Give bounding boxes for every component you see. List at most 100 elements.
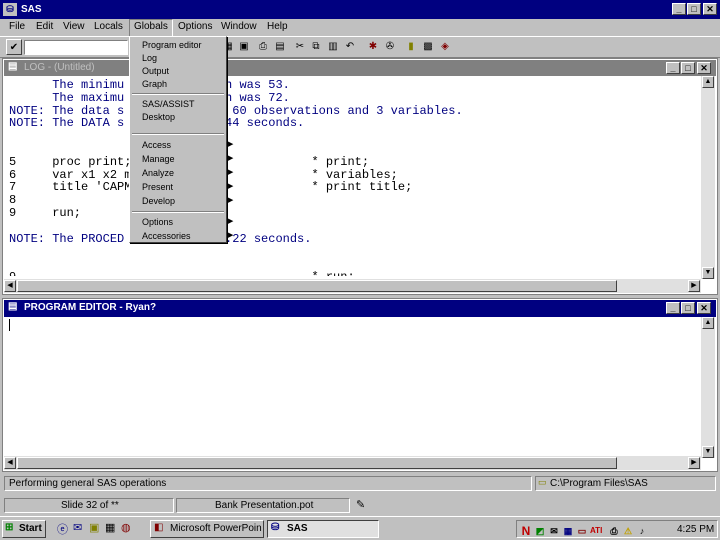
menu-item-desktop[interactable]: Desktop bbox=[142, 111, 175, 123]
menu-view[interactable]: View bbox=[63, 19, 85, 35]
log-scroll-up-icon[interactable]: ▲ bbox=[702, 76, 714, 88]
log-scroll-down-icon[interactable]: ▼ bbox=[702, 267, 714, 279]
undo-icon[interactable]: ↶ bbox=[342, 39, 358, 55]
menu-options[interactable]: Options bbox=[178, 19, 212, 35]
ie-quicklaunch-icon[interactable]: ⓔ bbox=[57, 521, 68, 537]
volume-icon[interactable]: ▦ bbox=[562, 524, 574, 538]
menu-window[interactable]: Window bbox=[221, 19, 257, 35]
menu-item-output[interactable]: Output bbox=[142, 65, 169, 77]
new-icon[interactable]: ▮ bbox=[403, 39, 419, 55]
speaker-icon[interactable]: ♪ bbox=[636, 524, 648, 538]
menu-item-label: SAS/ASSIST bbox=[142, 99, 195, 109]
editor-document-icon[interactable]: ▤ bbox=[8, 301, 17, 312]
menu-item-label: Desktop bbox=[142, 112, 176, 122]
menu-item-label: Manage bbox=[142, 154, 175, 164]
start-button[interactable]: ⊞ Start bbox=[2, 520, 46, 538]
editor-minimize-button[interactable]: _ bbox=[666, 302, 680, 314]
network-icon[interactable]: ◩ bbox=[534, 524, 546, 538]
program-editor-text-area[interactable] bbox=[4, 317, 701, 456]
cut-icon[interactable]: ✂ bbox=[292, 39, 308, 55]
menu-item-log[interactable]: Log bbox=[142, 52, 157, 64]
editor-maximize-button[interactable]: □ bbox=[681, 302, 695, 314]
clock[interactable]: 4:25 PM bbox=[677, 524, 714, 535]
globals-dropdown-menu: Program editor Log Output Graph SAS/ASSIST De… bbox=[129, 36, 233, 243]
sas-app-icon[interactable]: ⛁ bbox=[3, 3, 17, 16]
outlook-quicklaunch-icon[interactable]: ✉ bbox=[73, 521, 82, 534]
channels-quicklaunch-icon[interactable]: ◍ bbox=[121, 521, 131, 534]
desktop-quicklaunch-icon[interactable]: ▦ bbox=[105, 521, 115, 534]
menu-edit[interactable]: Edit bbox=[36, 19, 53, 35]
submenu-arrow-icon: ▶ bbox=[228, 218, 234, 225]
monitor-icon[interactable]: ▭ bbox=[576, 524, 588, 538]
editor-scroll-thumb[interactable] bbox=[17, 457, 617, 469]
copy-icon[interactable]: ⧉ bbox=[308, 39, 324, 55]
editor-scroll-up-icon[interactable]: ▲ bbox=[702, 317, 714, 329]
menu-item-program-editor[interactable]: Program editor bbox=[142, 39, 202, 51]
editor-horizontal-scrollbar[interactable]: ◀ ▶ bbox=[4, 456, 701, 470]
document-icon[interactable]: ▤ bbox=[8, 61, 17, 72]
menu-item-label: Analyze bbox=[142, 168, 175, 178]
menu-bar: File Edit View Locals Globals Options Wi… bbox=[0, 19, 720, 37]
check-icon[interactable]: ✔ bbox=[6, 39, 22, 55]
editor-close-button[interactable]: ✕ bbox=[697, 302, 711, 314]
library-icon[interactable]: ▩ bbox=[420, 39, 436, 55]
menu-item-label: Options bbox=[142, 217, 174, 227]
program-editor-title-bar[interactable]: ▤ PROGRAM EDITOR - Ryan? _ □ ✕ bbox=[4, 300, 716, 317]
minimize-button[interactable]: _ bbox=[672, 3, 686, 15]
save-icon[interactable]: ▣ bbox=[236, 39, 252, 55]
template-panel: Bank Presentation.pot bbox=[176, 498, 350, 513]
submenu-arrow-icon: ▶ bbox=[228, 155, 234, 162]
menu-item-label: Log bbox=[142, 53, 158, 63]
log-scroll-left-icon[interactable]: ◀ bbox=[4, 280, 16, 292]
command-input[interactable] bbox=[24, 40, 128, 55]
menu-globals[interactable]: Globals bbox=[129, 19, 173, 37]
menu-item-options[interactable]: Options ▶ bbox=[142, 216, 233, 228]
task-powerpoint[interactable]: ◧ Microsoft PowerPoin bbox=[150, 520, 264, 538]
explorer-quicklaunch-icon[interactable]: ▣ bbox=[89, 521, 99, 534]
status-path: C:\Program Files\SAS bbox=[550, 478, 648, 489]
print-preview-icon[interactable]: ▤ bbox=[272, 39, 288, 55]
log-vertical-scrollbar[interactable]: ▲ ▼ bbox=[701, 76, 715, 279]
task-sas[interactable]: ⛁ SAS bbox=[267, 520, 379, 538]
N-icon[interactable]: N bbox=[520, 524, 532, 538]
menu-item-present[interactable]: Present ▶ bbox=[142, 181, 233, 193]
log-scroll-thumb[interactable] bbox=[17, 280, 617, 292]
editor-scroll-left-icon[interactable]: ◀ bbox=[4, 457, 16, 469]
antivirus-icon[interactable]: ⚠ bbox=[622, 524, 634, 538]
log-title-bar[interactable]: ▤ LOG - (Untitled) _ □ ✕ bbox=[4, 60, 716, 76]
maximize-button[interactable]: □ bbox=[687, 3, 701, 15]
toolbar: ✔ ▦ ▣ ⎙ ▤ ✂ ⧉ ▥ ↶ ✱ ✇ ▮ ▩ ◈ bbox=[0, 36, 720, 58]
menu-help[interactable]: Help bbox=[267, 19, 288, 35]
editor-vertical-scrollbar[interactable]: ▲ ▼ bbox=[701, 317, 715, 458]
log-close-button[interactable]: ✕ bbox=[697, 62, 711, 74]
menu-item-sas-assist[interactable]: SAS/ASSIST bbox=[142, 98, 195, 110]
ati-icon[interactable]: ATI bbox=[590, 524, 602, 538]
editor-scroll-right-icon[interactable]: ▶ bbox=[688, 457, 700, 469]
menu-item-analyze[interactable]: Analyze ▶ bbox=[142, 167, 233, 179]
menu-item-manage[interactable]: Manage ▶ bbox=[142, 153, 233, 165]
log-horizontal-scrollbar[interactable]: ◀ ▶ bbox=[4, 279, 701, 293]
slide-count: Slide 32 of ** bbox=[61, 500, 119, 511]
menu-item-develop[interactable]: Develop ▶ bbox=[142, 195, 233, 207]
menu-item-graph[interactable]: Graph bbox=[142, 78, 167, 90]
paste-icon[interactable]: ▥ bbox=[325, 39, 341, 55]
spelling-icon[interactable]: ✎ bbox=[356, 498, 365, 511]
log-maximize-button[interactable]: □ bbox=[681, 62, 695, 74]
menu-item-access[interactable]: Access ▶ bbox=[142, 139, 233, 151]
menu-item-label: Access bbox=[142, 140, 172, 150]
log-scroll-right-icon[interactable]: ▶ bbox=[688, 280, 700, 292]
editor-scroll-down-icon[interactable]: ▼ bbox=[702, 446, 714, 458]
break-icon[interactable]: ✇ bbox=[382, 39, 398, 55]
submit-icon[interactable]: ✱ bbox=[365, 39, 381, 55]
system-tray: N ◩ ✉ ▦ ▭ ATI ⎙ ⚠ ♪ 4:25 PM bbox=[516, 520, 718, 538]
task-powerpoint-label: Microsoft PowerPoin bbox=[170, 523, 262, 534]
menu-file[interactable]: File bbox=[9, 19, 25, 35]
menu-locals[interactable]: Locals bbox=[94, 19, 123, 35]
close-button[interactable]: ✕ bbox=[703, 3, 717, 15]
print-icon[interactable]: ⎙ bbox=[255, 39, 271, 55]
printer-icon[interactable]: ⎙ bbox=[608, 524, 620, 538]
mail-icon[interactable]: ✉ bbox=[548, 524, 560, 538]
log-minimize-button[interactable]: _ bbox=[666, 62, 680, 74]
help-icon[interactable]: ◈ bbox=[437, 39, 453, 55]
menu-item-accessories[interactable]: Accessories ▶ bbox=[142, 230, 233, 242]
